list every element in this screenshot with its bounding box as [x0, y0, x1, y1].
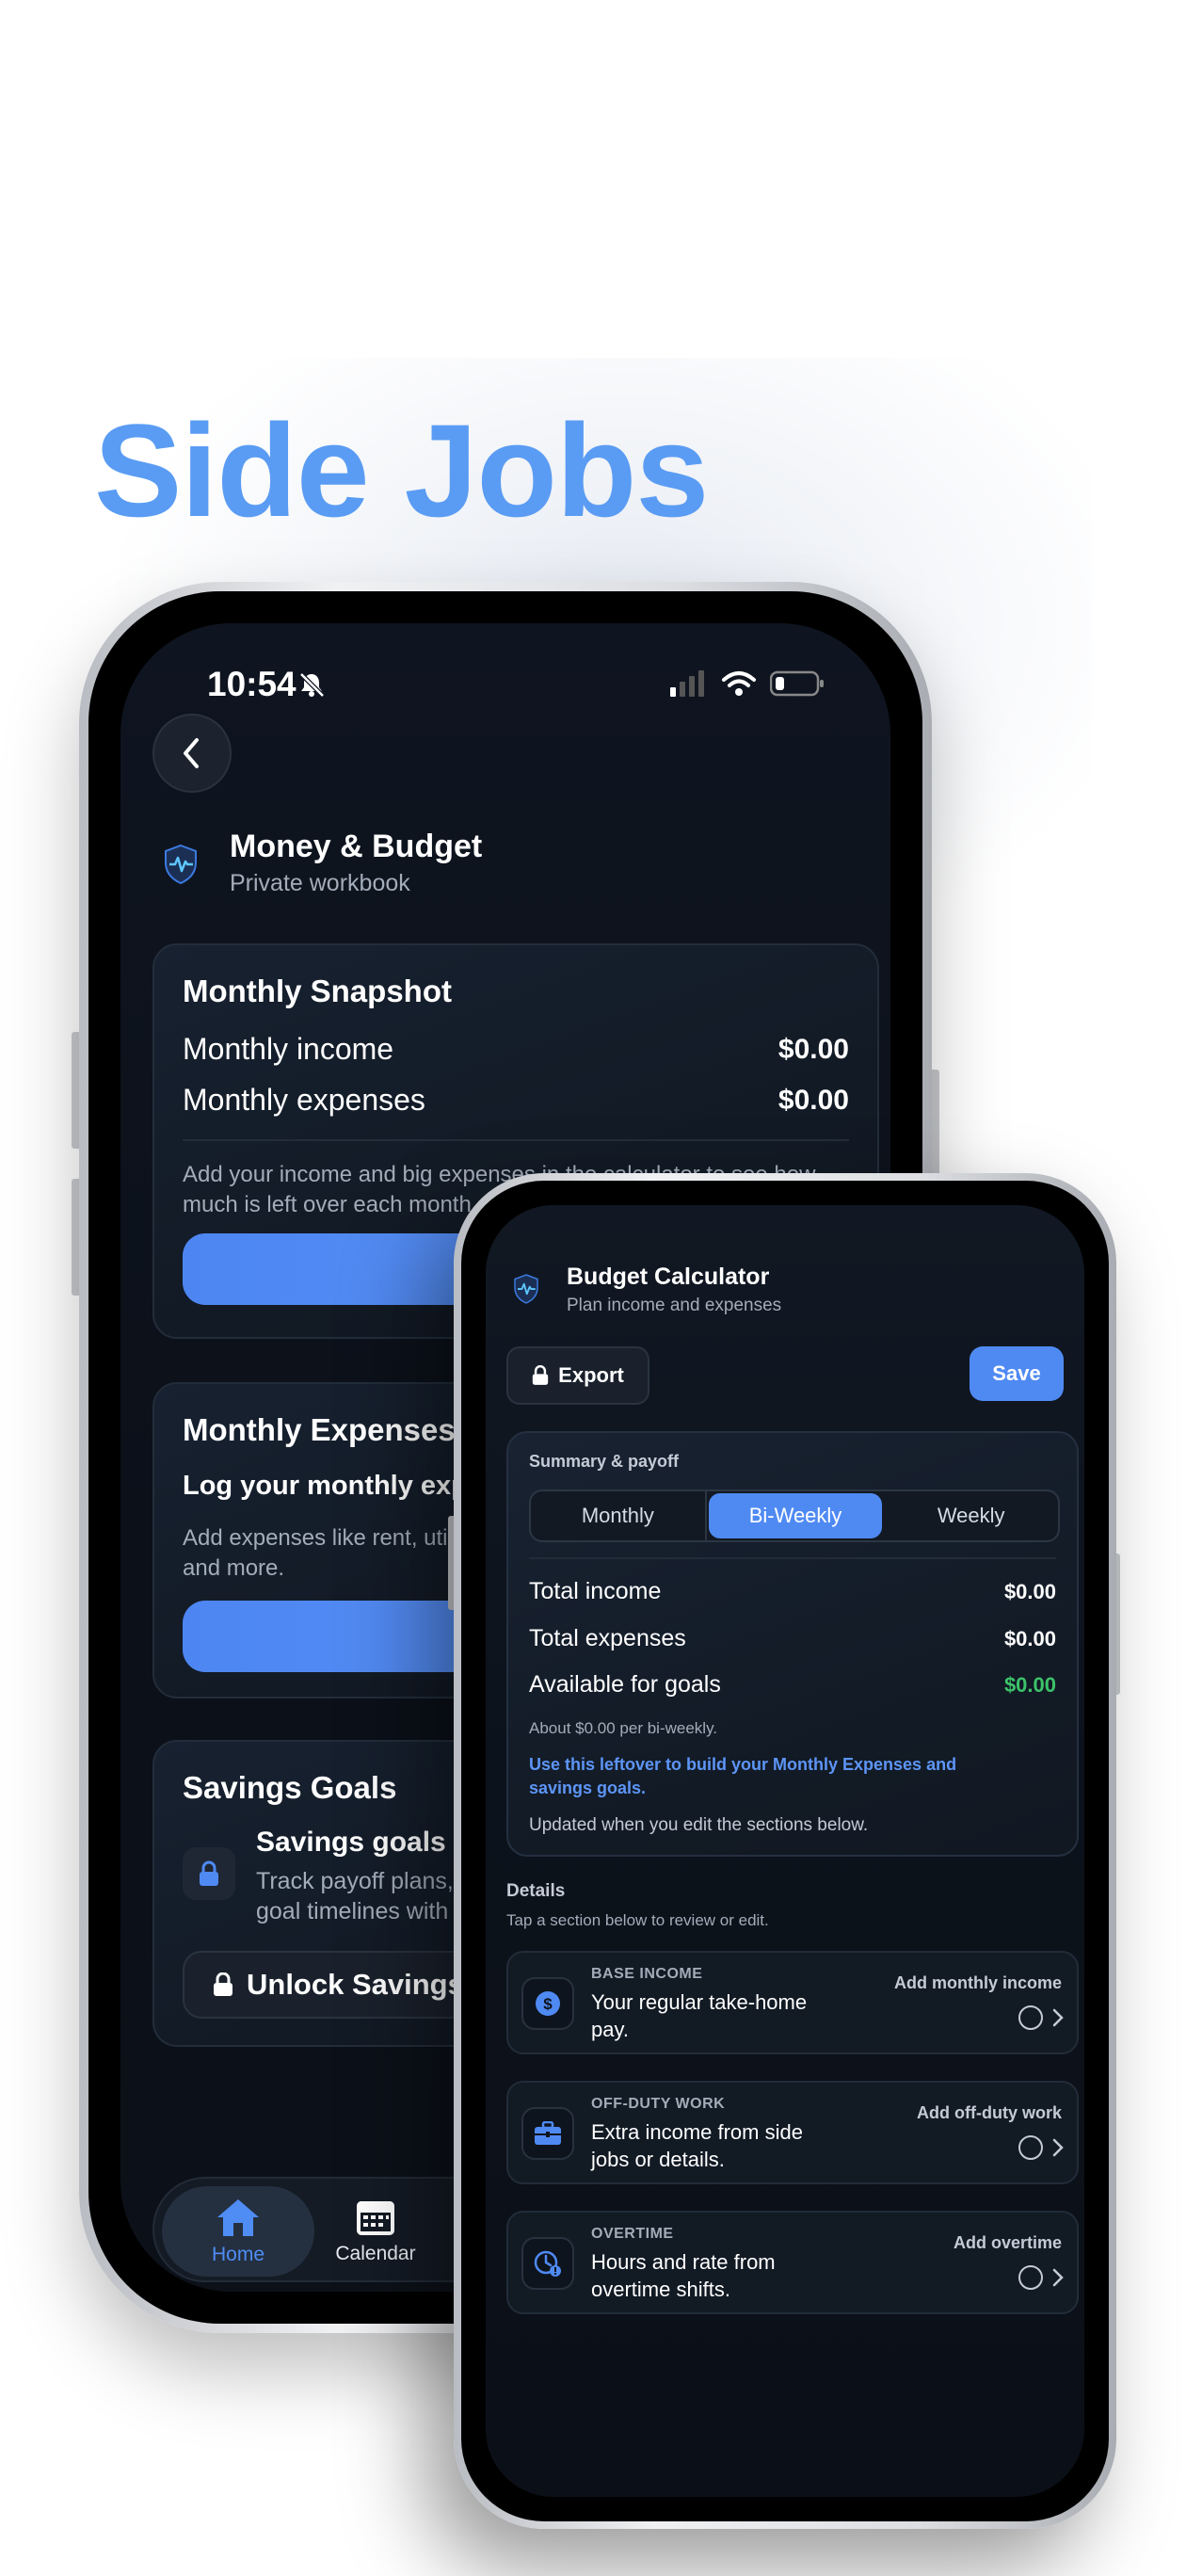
detail-kicker: OFF-DUTY WORK — [591, 2096, 726, 2112]
lock-icon — [214, 1972, 232, 1996]
home-icon — [217, 2199, 259, 2236]
detail-controls — [1018, 2135, 1064, 2160]
total-expenses-label: Total expenses — [529, 1625, 686, 1651]
detail-controls — [1018, 2005, 1064, 2030]
bell-muted-icon — [299, 672, 325, 698]
status-radio[interactable] — [1018, 2005, 1043, 2030]
phone-frame-front: Budget Calculator Plan income and expens… — [454, 1173, 1116, 2529]
page-headline: Side Jobs — [94, 396, 709, 544]
status-radio[interactable] — [1018, 2135, 1043, 2160]
summary-card: Summary & payoff Monthly Bi-Weekly Weekl… — [506, 1431, 1079, 1857]
chevron-left-icon — [184, 738, 199, 768]
available-goals-value: $0.00 — [1003, 1673, 1056, 1697]
detail-kicker: BASE INCOME — [591, 1966, 703, 1982]
divider — [529, 1557, 1056, 1559]
detail-base-income[interactable]: $ BASE INCOME Your regular take-home pay… — [506, 1951, 1079, 2054]
card-title: Monthly Snapshot — [183, 974, 452, 1008]
detail-overtime[interactable]: OVERTIME Hours and rate from overtime sh… — [506, 2211, 1079, 2314]
export-label: Export — [558, 1363, 624, 1387]
detail-title: Hours and rate from overtime shifts. — [591, 2250, 776, 2301]
status-time: 10:54 — [207, 665, 296, 703]
updated-note: Updated when you edit the sections below… — [529, 1815, 869, 1835]
status-icons — [670, 670, 825, 697]
chevron-right-icon — [1052, 2008, 1064, 2027]
chevron-right-icon — [1052, 2138, 1064, 2157]
leftover-link[interactable]: Use this leftover to build your Monthly … — [529, 1753, 1018, 1800]
total-expenses-value: $0.00 — [1003, 1627, 1056, 1650]
savings-item-description: Track payoff plans, e goal timelines wit… — [256, 1868, 473, 1924]
available-goals-label: Available for goals — [529, 1671, 721, 1698]
calculator-subtitle: Plan income and expenses — [567, 1296, 782, 1315]
total-income-value: $0.00 — [1003, 1580, 1056, 1603]
calendar-icon — [357, 2201, 394, 2235]
per-period-note: About $0.00 per bi-weekly. — [529, 1719, 718, 1737]
dollar-icon: $ — [536, 1991, 560, 2016]
app-title: Money & Budget — [230, 829, 483, 864]
status-radio[interactable] — [1018, 2265, 1043, 2290]
monthly-expenses-value: $0.00 — [777, 1085, 849, 1116]
svg-text:$: $ — [543, 1995, 553, 2013]
detail-action[interactable]: Add off-duty work — [917, 2103, 1062, 2123]
expenses-description: Add expenses like rent, util and more. — [183, 1525, 453, 1581]
tab-label: Calendar — [335, 2243, 416, 2264]
monthly-income-label: Monthly income — [183, 1032, 394, 1066]
monthly-income-value: $0.00 — [777, 1034, 849, 1065]
shield-pulse-icon — [514, 1274, 538, 1304]
save-button[interactable]: Save — [970, 1346, 1064, 1401]
detail-controls — [1018, 2265, 1064, 2290]
divider — [183, 1139, 849, 1141]
phone2-screen: Budget Calculator Plan income and expens… — [486, 1205, 1084, 2497]
period-monthly[interactable]: Monthly — [531, 1491, 707, 1540]
back-button[interactable] — [152, 714, 232, 793]
details-title: Details — [506, 1881, 566, 1901]
card-title: Savings Goals — [183, 1770, 397, 1805]
clock-icon — [534, 2250, 561, 2277]
export-button[interactable]: Export — [506, 1346, 649, 1405]
period-weekly[interactable]: Weekly — [884, 1491, 1058, 1540]
tab-home[interactable]: Home — [162, 2186, 314, 2277]
detail-action[interactable]: Add overtime — [954, 2233, 1062, 2253]
period-segmented-control: Monthly Bi-Weekly Weekly — [529, 1489, 1060, 1542]
detail-action[interactable]: Add monthly income — [894, 1973, 1062, 1993]
total-income-label: Total income — [529, 1578, 662, 1604]
detail-kicker: OVERTIME — [591, 2226, 674, 2242]
signal-icon — [670, 670, 704, 697]
detail-icon-tile — [521, 2237, 574, 2290]
briefcase-icon — [535, 2121, 561, 2145]
calculator-title: Budget Calculator — [567, 1264, 770, 1290]
app-subtitle: Private workbook — [230, 870, 410, 896]
battery-icon — [770, 670, 824, 697]
shield-pulse-icon — [165, 844, 197, 885]
tab-label: Home — [211, 2244, 265, 2265]
wifi-icon — [722, 671, 756, 696]
detail-icon-tile — [521, 2107, 574, 2160]
lock-icon — [532, 1365, 549, 1385]
tab-calendar[interactable]: Calendar — [299, 2186, 452, 2277]
expenses-subtitle: Log your monthly expe — [183, 1471, 484, 1501]
monthly-expenses-label: Monthly expenses — [183, 1083, 425, 1117]
detail-icon-tile: $ — [521, 1977, 574, 2030]
chevron-right-icon — [1052, 2268, 1064, 2287]
lock-icon — [200, 1860, 218, 1886]
summary-title: Summary & payoff — [529, 1452, 680, 1471]
savings-item-title: Savings goals re — [256, 1827, 481, 1858]
detail-title: Your regular take-home pay. — [591, 1990, 808, 2041]
details-subtitle: Tap a section below to review or edit. — [506, 1911, 769, 1929]
detail-off-duty-work[interactable]: OFF-DUTY WORK Extra income from side job… — [506, 2081, 1079, 2184]
detail-title: Extra income from side jobs or details. — [591, 2120, 803, 2171]
period-bi-weekly[interactable]: Bi-Weekly — [708, 1493, 883, 1538]
lock-tile — [183, 1847, 235, 1900]
phone2-bezel: Budget Calculator Plan income and expens… — [461, 1181, 1109, 2521]
card-title: Monthly Expenses — [183, 1412, 456, 1447]
